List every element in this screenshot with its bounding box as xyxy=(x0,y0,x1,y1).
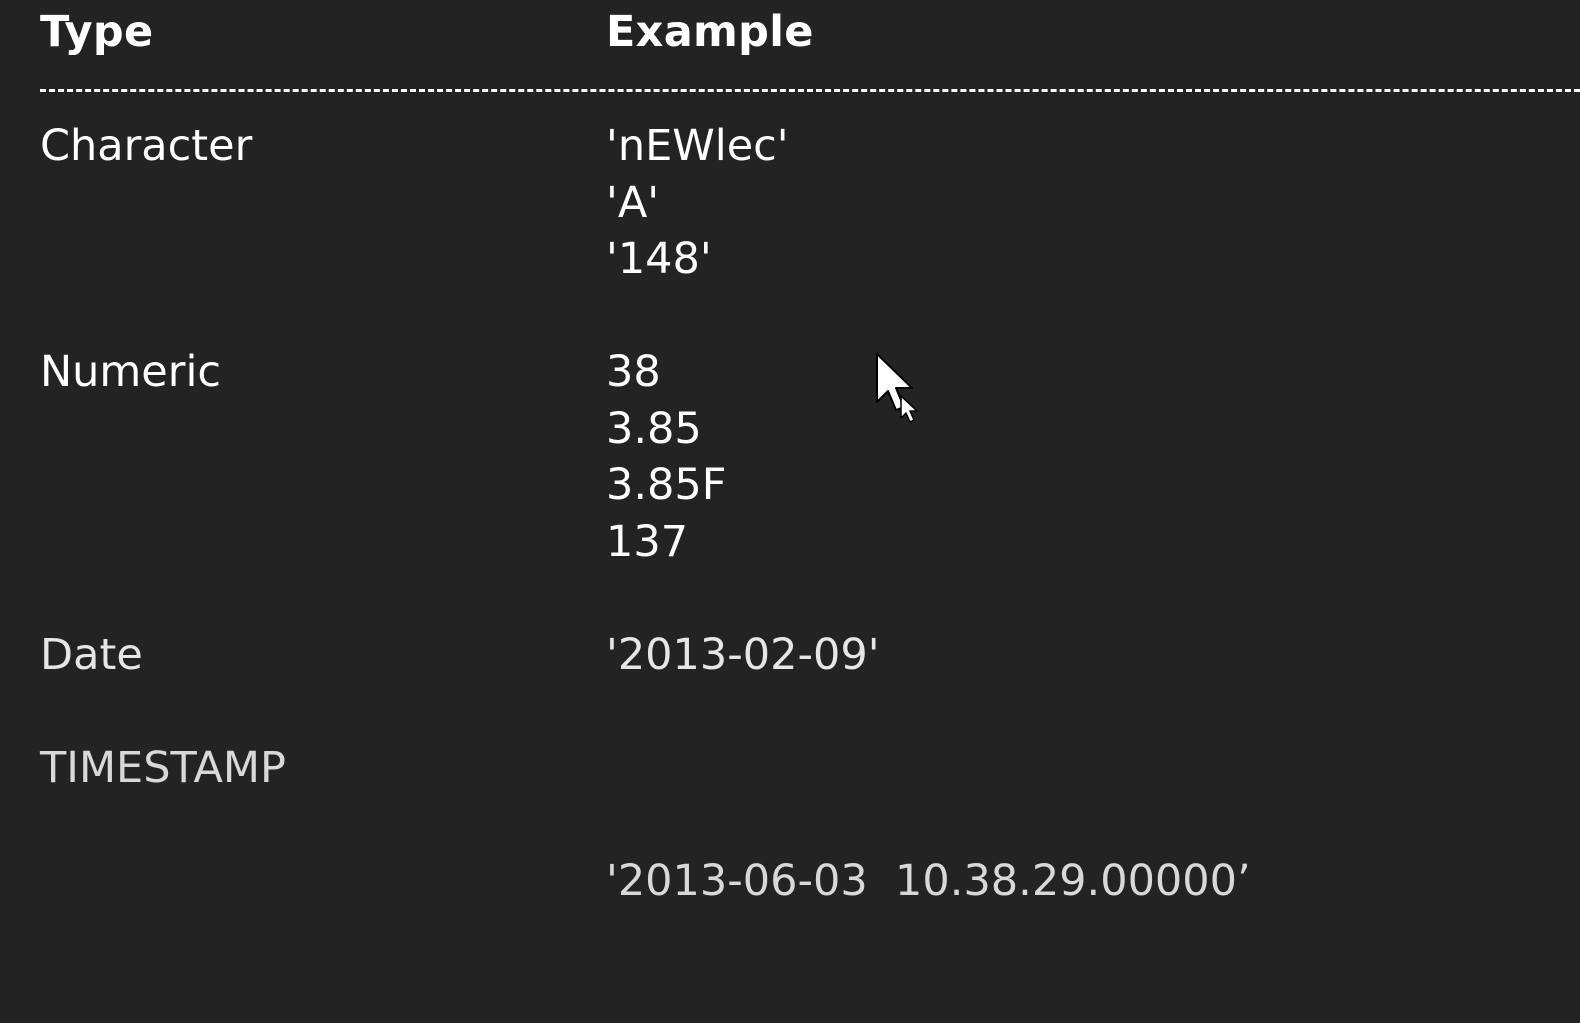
example-value: 'A' xyxy=(606,177,660,228)
examples-numeric: 38 3.85 3.85F 137 xyxy=(606,344,726,570)
example-value: 3.85 xyxy=(606,403,702,454)
example-value: 38 xyxy=(606,347,661,397)
example-value: 3.85F xyxy=(606,460,727,510)
example-value: 'nEWlec' xyxy=(606,121,789,171)
type-label-timestamp: TIMESTAMP xyxy=(40,743,286,793)
type-column-header: Type xyxy=(40,7,154,57)
mouse-pointer-icon xyxy=(876,353,918,423)
type-label-character: Character xyxy=(40,121,253,171)
example-value: 137 xyxy=(606,516,689,567)
examples-timestamp: '2013-06-03 10.38.29.00000’ xyxy=(606,740,1251,1023)
header-divider xyxy=(40,89,1580,92)
example-column-header: Example xyxy=(606,7,814,57)
examples-character: 'nEWlec' 'A' '148' xyxy=(606,118,789,288)
example-value: '148' xyxy=(606,234,712,284)
example-value: '2013-06-03 10.38.29.00000’ xyxy=(606,856,1251,906)
type-label-numeric: Numeric xyxy=(40,347,222,397)
examples-date: '2013-02-09' xyxy=(606,627,880,684)
example-value: '2013-02-09' xyxy=(606,630,880,680)
type-label-date: Date xyxy=(40,630,143,680)
